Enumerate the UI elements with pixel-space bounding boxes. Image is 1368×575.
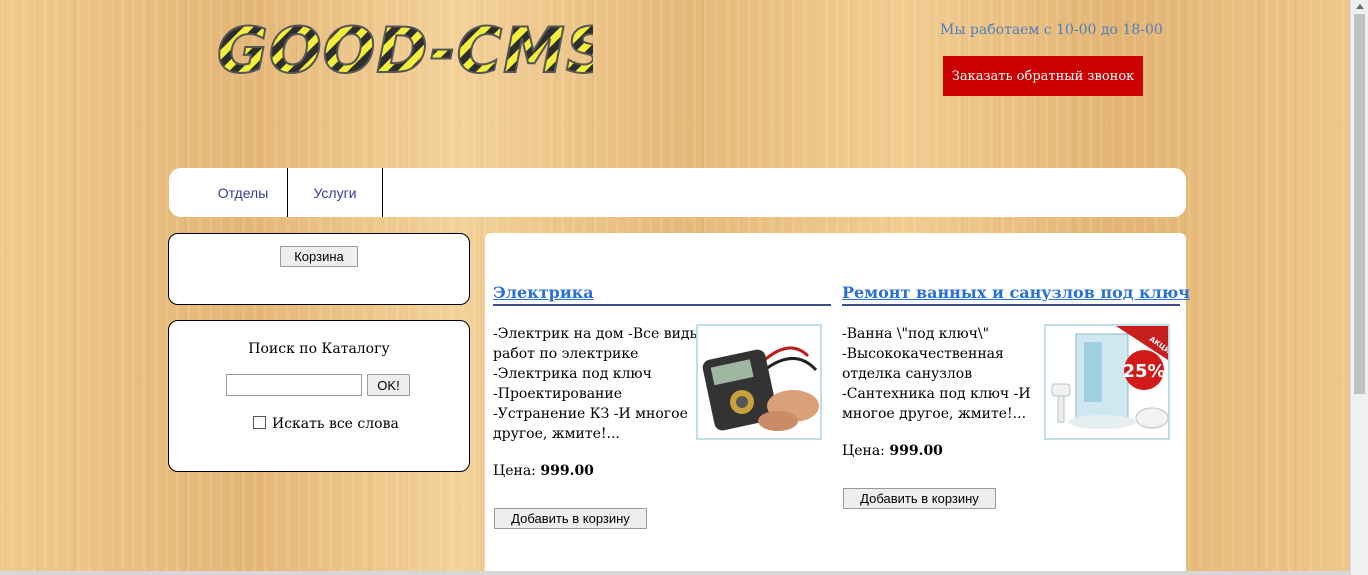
- multimeter-illustration: [698, 326, 820, 438]
- product-list: Электрика -Электрик на дом -Все виды раб…: [485, 233, 1190, 575]
- search-ok-button[interactable]: OK!: [367, 374, 410, 396]
- shower-cabin-image[interactable]: АКЦИЯ 25%: [1044, 324, 1170, 440]
- all-words-label: Искать все слова: [272, 416, 399, 432]
- description-line: -Сантехника под ключ -И: [842, 386, 1031, 402]
- work-hours: Мы работаем с 10-00 до 18-00: [940, 22, 1163, 38]
- catalog-search-panel: Поиск по Каталогу OK! Искать все слова: [168, 320, 470, 472]
- search-input[interactable]: [226, 374, 362, 396]
- product-price: Цена: 999.00: [493, 463, 594, 479]
- description-line: многое другое, жмите!...: [842, 406, 1027, 422]
- add-to-cart-button[interactable]: Добавить в корзину: [843, 488, 996, 509]
- main-nav: Отделы Услуги: [169, 168, 1186, 217]
- cart-button[interactable]: Корзина: [280, 246, 358, 267]
- product-description: -Электрик на дом -Все виды работ по элек…: [493, 324, 701, 444]
- description-line: отделка санузлов: [842, 366, 973, 382]
- product-title-link[interactable]: Электрика: [493, 283, 594, 302]
- product-title-link[interactable]: Ремонт ванных и санузлов под ключ: [842, 283, 1190, 302]
- scroll-thumb[interactable]: [1354, 14, 1365, 394]
- cart-panel: Корзина: [168, 233, 470, 305]
- bottom-edge: [0, 571, 1351, 575]
- description-line: -Ванна \"под ключ\": [842, 326, 990, 342]
- shower-cabin-illustration: АКЦИЯ 25%: [1046, 326, 1168, 438]
- all-words-option[interactable]: Искать все слова: [253, 416, 399, 432]
- product-description: -Ванна \"под ключ\" -Высококачественная …: [842, 324, 1038, 424]
- site-logo[interactable]: GOOD-CMS: [213, 18, 593, 82]
- callback-button[interactable]: Заказать обратный звонок: [943, 56, 1143, 96]
- price-value: 999.00: [540, 463, 594, 479]
- title-divider: [842, 304, 1180, 306]
- multimeter-image[interactable]: [696, 324, 822, 440]
- description-line: работ по электрике: [493, 346, 639, 362]
- add-to-cart-button[interactable]: Добавить в корзину: [494, 508, 647, 529]
- price-value: 999.00: [889, 443, 943, 459]
- description-line: -Электрика под ключ: [493, 366, 652, 382]
- all-words-checkbox[interactable]: [253, 416, 266, 429]
- product-price: Цена: 999.00: [842, 443, 943, 459]
- description-line: -Электрик на дом -Все виды: [493, 326, 701, 342]
- svg-text:GOOD-CMS: GOOD-CMS: [217, 18, 593, 82]
- description-line: -Проектирование: [493, 386, 623, 402]
- nav-item-departments[interactable]: Отделы: [199, 168, 288, 217]
- description-line: -Устранение КЗ -И многое: [493, 406, 688, 422]
- price-label: Цена:: [493, 463, 536, 479]
- scroll-up-icon[interactable]: [1356, 4, 1364, 9]
- description-line: -Высококачественная: [842, 346, 1004, 362]
- vertical-scrollbar[interactable]: [1350, 0, 1368, 575]
- description-line: другое, жмите!...: [493, 426, 620, 442]
- discount-badge: 25%: [1122, 361, 1165, 382]
- price-label: Цена:: [842, 443, 885, 459]
- title-divider: [493, 304, 831, 306]
- search-title: Поиск по Каталогу: [248, 341, 390, 357]
- nav-item-services[interactable]: Услуги: [288, 168, 383, 217]
